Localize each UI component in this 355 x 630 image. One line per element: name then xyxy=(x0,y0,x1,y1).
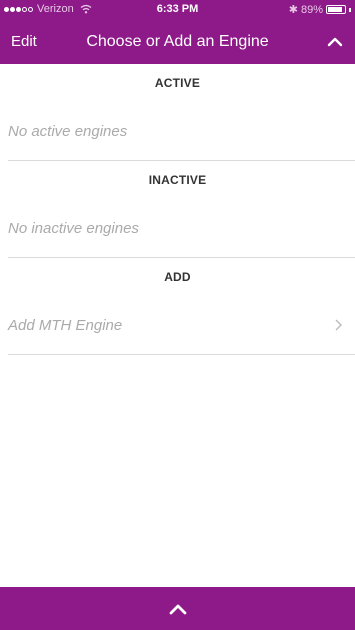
inactive-empty-row: No inactive engines xyxy=(0,199,355,257)
battery-tip xyxy=(349,7,351,12)
chevron-up-icon xyxy=(169,604,186,614)
status-bar: Verizon 6:33 PM ✱ 89% xyxy=(0,0,355,20)
status-right: ✱ 89% xyxy=(289,3,351,16)
add-mth-engine-row[interactable]: Add MTH Engine xyxy=(0,296,355,354)
battery-percent: 89% xyxy=(300,3,323,16)
screen: Verizon 6:33 PM ✱ 89% Edit Choose or Add… xyxy=(0,0,355,630)
battery-icon xyxy=(326,5,346,14)
page-title: Choose or Add an Engine xyxy=(86,33,269,50)
inactive-empty-text: No inactive engines xyxy=(8,219,139,237)
bottom-toolbar-button[interactable] xyxy=(0,587,355,630)
battery-fill xyxy=(328,7,342,12)
engine-list: ACTIVE No active engines INACTIVE No ina… xyxy=(0,64,355,355)
nav-bar: Edit Choose or Add an Engine xyxy=(0,20,355,64)
divider xyxy=(8,354,355,355)
add-mth-engine-label: Add MTH Engine xyxy=(8,316,123,334)
chevron-right-icon xyxy=(335,319,342,331)
active-empty-text: No active engines xyxy=(8,122,128,140)
section-header-active: ACTIVE xyxy=(154,76,201,90)
section-header-inactive: INACTIVE xyxy=(148,173,207,187)
bluetooth-icon: ✱ xyxy=(288,4,298,16)
active-empty-row: No active engines xyxy=(0,102,355,160)
section-header-add: ADD xyxy=(164,270,191,284)
chevron-up-icon[interactable] xyxy=(325,32,345,52)
